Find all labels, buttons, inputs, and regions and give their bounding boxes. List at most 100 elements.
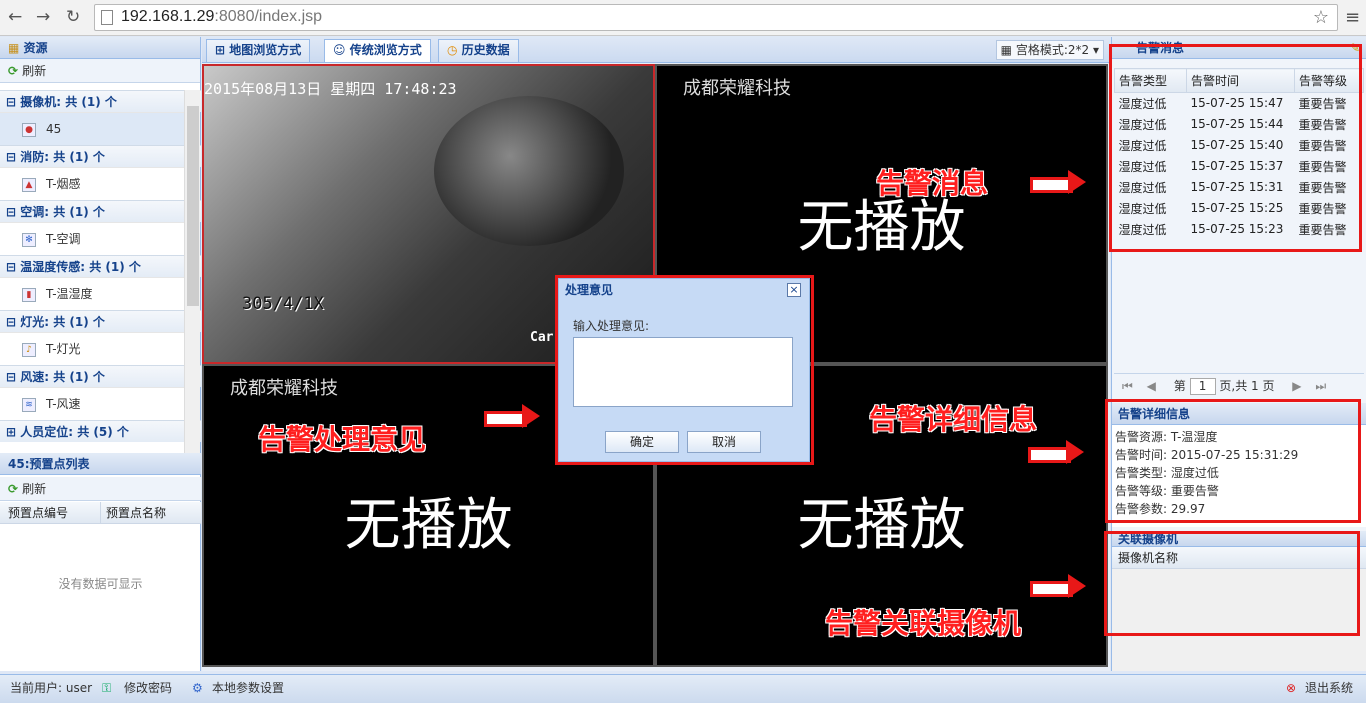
snowflake-icon: ✻ bbox=[22, 232, 36, 247]
empty-message: 没有数据可显示 bbox=[58, 577, 143, 591]
logout-link[interactable]: 退出系统 bbox=[1305, 675, 1353, 701]
tree-item-temp-humidity[interactable]: ▮ T-温湿度 bbox=[0, 277, 184, 310]
page-total: 页,共 1 页 bbox=[1219, 379, 1275, 393]
back-arrow-icon[interactable]: ← bbox=[8, 6, 22, 28]
tab-label: 地图浏览方式 bbox=[229, 43, 302, 57]
view-tabs: ⊞ 地图浏览方式 ☺ 传统浏览方式 ◷ 历史数据 ▦ 宫格模式:2*2 ▾ bbox=[202, 37, 1110, 63]
scroll-thumb[interactable] bbox=[187, 106, 199, 306]
grid-mode-label: 宫格模式:2*2 bbox=[1015, 43, 1090, 57]
tab-map[interactable]: ⊞ 地图浏览方式 bbox=[206, 39, 311, 62]
annotation-box-detail bbox=[1105, 399, 1361, 523]
page-input[interactable]: 1 bbox=[1189, 378, 1216, 395]
refresh-icon: ⟳ bbox=[8, 64, 19, 78]
resources-title: 资源 bbox=[23, 41, 48, 55]
refresh-label: 刷新 bbox=[22, 482, 47, 496]
arrow-right-icon bbox=[484, 404, 540, 428]
refresh-button[interactable]: ⟳ 刷新 bbox=[0, 59, 200, 83]
url-text: 192.168.1.29:8080/index.jsp bbox=[121, 8, 323, 25]
preset-refresh-button[interactable]: ⟳ 刷新 bbox=[0, 477, 201, 501]
resources-header: ▦ 资源 bbox=[0, 37, 200, 59]
grid-mode-select[interactable]: ▦ 宫格模式:2*2 ▾ bbox=[995, 40, 1104, 60]
refresh-icon: ⟳ bbox=[8, 482, 19, 496]
item-label: T-风速 bbox=[46, 397, 81, 411]
annotation-box-alarm-msg bbox=[1109, 44, 1362, 252]
preset-title: 45:预置点列表 bbox=[8, 457, 90, 471]
tab-label: 历史数据 bbox=[461, 43, 510, 57]
forward-arrow-icon[interactable]: → bbox=[36, 6, 50, 28]
key-icon: ⚿ bbox=[102, 681, 112, 695]
group-temp-humidity[interactable]: ⊟ 温湿度传感: 共 (1) 个 bbox=[0, 255, 201, 277]
no-play-text: 无播放 bbox=[797, 493, 966, 558]
refresh-label: 刷新 bbox=[22, 64, 47, 78]
group-label: 风速: 共 (1) 个 bbox=[20, 370, 105, 384]
col-divider bbox=[100, 502, 101, 524]
status-bar: 当前用户: user ⚿ 修改密码 ⚙ 本地参数设置 ⊗ 退出系统 bbox=[0, 674, 1366, 703]
arrow-right-icon bbox=[1030, 574, 1086, 598]
company-label: 成都荣耀科技 bbox=[230, 378, 338, 399]
tab-history[interactable]: ◷ 历史数据 bbox=[438, 39, 519, 62]
group-light[interactable]: ⊟ 灯光: 共 (1) 个 bbox=[0, 310, 201, 332]
annotation-alarm-msg: 告警消息 bbox=[876, 167, 989, 200]
thermometer-icon: ▮ bbox=[22, 287, 36, 302]
menu-icon[interactable]: ≡ bbox=[1345, 7, 1360, 28]
browser-toolbar: ← → ↻ 192.168.1.29:8080/index.jsp ☆ ≡ bbox=[0, 0, 1366, 36]
item-label: T-空调 bbox=[46, 232, 81, 246]
grid-icon: ▦ bbox=[1000, 43, 1012, 57]
annotation-box-dialog bbox=[555, 275, 814, 465]
gear-icon: ⚙ bbox=[192, 681, 203, 695]
group-fire[interactable]: ⊟ 消防: 共 (1) 个 bbox=[0, 145, 201, 167]
reload-icon[interactable]: ↻ bbox=[66, 6, 80, 28]
preset-table-header: 预置点编号 预置点名称 bbox=[0, 502, 201, 524]
col-preset-name[interactable]: 预置点名称 bbox=[106, 502, 166, 524]
wind-icon: ≋ bbox=[22, 397, 36, 412]
group-label: 空调: 共 (1) 个 bbox=[20, 205, 105, 219]
clock-icon: ◷ bbox=[447, 43, 458, 57]
current-user: 当前用户: user bbox=[10, 681, 93, 695]
item-label: 45 bbox=[46, 122, 62, 136]
company-label: 成都荣耀科技 bbox=[683, 78, 791, 99]
osd-ptz: 305/4/1X bbox=[242, 294, 324, 314]
group-wind[interactable]: ⊟ 风速: 共 (1) 个 bbox=[0, 365, 201, 387]
tree-item-fire[interactable]: ▲ T-烟感 bbox=[0, 167, 184, 200]
chevron-down-icon: ▾ bbox=[1092, 43, 1099, 57]
no-play-text: 无播放 bbox=[344, 493, 513, 558]
local-settings-link[interactable]: 本地参数设置 bbox=[212, 675, 284, 701]
arrow-right-icon bbox=[1028, 440, 1084, 464]
resource-scrollbar[interactable] bbox=[184, 90, 200, 455]
col-preset-number[interactable]: 预置点编号 bbox=[8, 502, 68, 524]
fire-icon: ▲ bbox=[22, 177, 36, 192]
item-label: T-灯光 bbox=[46, 342, 81, 356]
tree-icon: ▦ bbox=[8, 41, 20, 55]
annotation-box-camera bbox=[1104, 531, 1360, 636]
item-label: T-温湿度 bbox=[46, 287, 93, 301]
tree-item-camera[interactable]: ● 45 bbox=[0, 112, 184, 145]
tab-label: 传统浏览方式 bbox=[349, 43, 422, 57]
bookmark-star-icon[interactable]: ☆ bbox=[1313, 7, 1329, 28]
preset-header: 45:预置点列表 bbox=[0, 453, 201, 475]
tree-item-wind[interactable]: ≋ T-风速 bbox=[0, 387, 184, 420]
exit-icon: ⊗ bbox=[1286, 681, 1297, 695]
map-icon: ⊞ bbox=[215, 43, 226, 57]
prev-page-icon[interactable]: ◀ bbox=[1147, 379, 1156, 393]
tree-item-aircon[interactable]: ✻ T-空调 bbox=[0, 222, 184, 255]
annotation-handle-opinion: 告警处理意见 bbox=[258, 423, 427, 456]
user-icon: ☺ bbox=[333, 43, 346, 57]
group-label: 人员定位: 共 (5) 个 bbox=[20, 425, 129, 439]
group-camera[interactable]: ⊟ 摄像机: 共 (1) 个 bbox=[0, 90, 201, 112]
annotation-alarm-camera: 告警关联摄像机 bbox=[825, 607, 1022, 640]
left-panel: ▦ 资源 ⟳ 刷新 ⊟ 摄像机: 共 (1) 个 ● 45 ⊟ 消防: 共 (1) … bbox=[0, 37, 201, 671]
last-page-icon[interactable]: ⏭ bbox=[1315, 379, 1326, 393]
group-personnel[interactable]: ⊞ 人员定位: 共 (5) 个 bbox=[0, 420, 201, 442]
address-bar[interactable]: 192.168.1.29:8080/index.jsp ☆ bbox=[94, 4, 1338, 31]
pagination-bar: ⏮ ◀ 第 1 页,共 1 页 ▶ ⏭ bbox=[1114, 373, 1364, 397]
item-label: T-烟感 bbox=[46, 177, 81, 191]
page-icon bbox=[101, 10, 113, 25]
arrow-right-icon bbox=[1030, 170, 1086, 194]
tree-item-light[interactable]: ♪ T-灯光 bbox=[0, 332, 184, 365]
change-password-link[interactable]: 修改密码 bbox=[124, 675, 172, 701]
next-page-icon[interactable]: ▶ bbox=[1292, 379, 1301, 393]
tab-traditional[interactable]: ☺ 传统浏览方式 bbox=[324, 39, 431, 62]
first-page-icon[interactable]: ⏮ bbox=[1122, 379, 1133, 393]
group-aircon[interactable]: ⊟ 空调: 共 (1) 个 bbox=[0, 200, 201, 222]
group-label: 消防: 共 (1) 个 bbox=[20, 150, 105, 164]
